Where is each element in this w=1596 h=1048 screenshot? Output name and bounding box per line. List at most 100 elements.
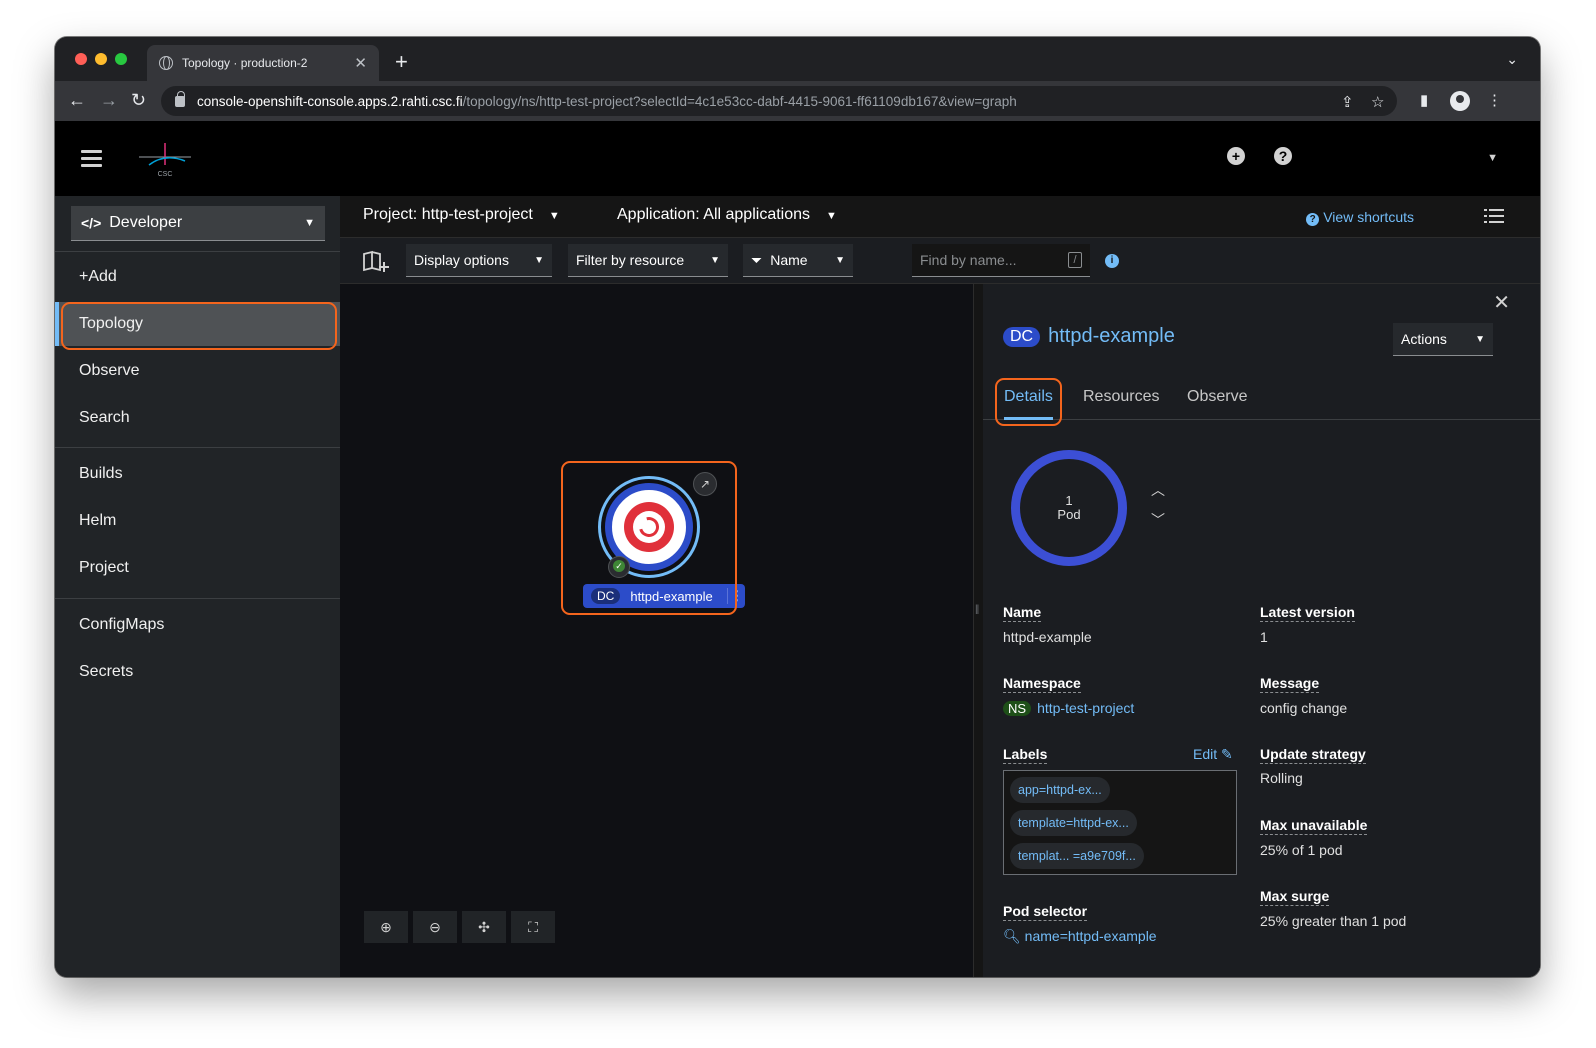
sidebar-item-search[interactable]: Search xyxy=(55,396,340,440)
sidebar-item-secrets[interactable]: Secrets xyxy=(55,650,340,694)
quick-search-book-icon[interactable] xyxy=(362,250,390,272)
new-tab-button[interactable]: + xyxy=(395,49,408,75)
build-success-icon[interactable] xyxy=(608,556,630,578)
topology-canvas[interactable]: ↗ DC httpd-example ⋮ ⊕ ⊖ ✣ ⛶ xyxy=(340,284,973,977)
sidebar-item-builds[interactable]: Builds xyxy=(55,452,340,496)
tab-details[interactable]: Details xyxy=(1004,388,1053,420)
tab-search-chevron-icon[interactable]: ⌄ xyxy=(1506,51,1518,68)
sidebar-item-observe[interactable]: Observe xyxy=(55,349,340,393)
pod-selector-value: name=httpd-example xyxy=(1024,928,1157,944)
address-bar[interactable]: console-openshift-console.apps.2.rahti.c… xyxy=(161,86,1397,116)
actions-label: Actions xyxy=(1401,331,1447,347)
message-value: config change xyxy=(1260,700,1348,716)
browser-tab[interactable]: Topology · production-2 ✕ xyxy=(147,45,379,81)
open-url-icon[interactable]: ↗ xyxy=(693,472,717,496)
max-surge-label: Max surge xyxy=(1260,888,1330,906)
project-selector[interactable]: Project: http-test-project ▼ xyxy=(363,206,560,224)
label-chip[interactable]: templat... =a9e709f... xyxy=(1010,843,1144,869)
application-selector[interactable]: Application: All applications ▼ xyxy=(617,206,837,224)
help-icon: ? xyxy=(1306,213,1320,226)
close-icon[interactable]: ✕ xyxy=(1493,290,1510,315)
bookmark-star-icon[interactable]: ☆ xyxy=(1371,93,1384,111)
slash-shortcut-hint: / xyxy=(1068,252,1082,268)
csc-logo: CSC xyxy=(139,143,191,178)
tab-observe[interactable]: Observe xyxy=(1187,388,1247,406)
topology-node-httpd-example[interactable]: ↗ DC httpd-example ⋮ xyxy=(577,464,745,614)
caret-down-icon: ▼ xyxy=(826,210,837,222)
caret-down-icon: ▼ xyxy=(304,217,315,229)
project-label: Project: http-test-project xyxy=(363,206,533,223)
display-options-dropdown[interactable]: Display options ▼ xyxy=(406,244,552,277)
sidebar-item-add[interactable]: +Add xyxy=(55,255,340,299)
close-window-button[interactable] xyxy=(75,53,87,65)
sidebar-item-project[interactable]: Project xyxy=(55,546,340,590)
zoom-out-button[interactable]: ⊖ xyxy=(413,911,457,943)
logo-text: CSC xyxy=(158,171,173,178)
user-menu-caret-icon[interactable]: ▼ xyxy=(1487,152,1498,164)
resource-name-link[interactable]: httpd-example xyxy=(1048,325,1175,348)
dc-badge: DC xyxy=(591,588,621,604)
update-strategy-value: Rolling xyxy=(1260,770,1303,786)
lock-icon xyxy=(175,90,185,107)
find-by-name-input[interactable]: Find by name... / xyxy=(912,244,1090,277)
ns-badge: NS xyxy=(1003,701,1032,716)
name-label: Name xyxy=(1003,604,1042,622)
max-unavailable-label: Max unavailable xyxy=(1260,817,1368,835)
view-shortcuts-link[interactable]: ? View shortcuts xyxy=(1306,209,1414,226)
tab-resources[interactable]: Resources xyxy=(1083,388,1159,406)
filter-type-dropdown[interactable]: ⏷ Name ▼ xyxy=(743,244,853,277)
maximize-window-button[interactable] xyxy=(115,53,127,65)
reload-button[interactable]: ↻ xyxy=(131,90,146,111)
label-chip[interactable]: template=httpd-ex... xyxy=(1010,810,1137,836)
scale-up-icon[interactable]: ︿ xyxy=(1151,480,1165,500)
namespace-link[interactable]: NS http-test-project xyxy=(1003,700,1134,716)
funnel-icon: ⏷ xyxy=(751,251,763,268)
close-tab-icon[interactable]: ✕ xyxy=(354,54,367,72)
pod-selector-link[interactable]: 🔍︎ name=httpd-example xyxy=(1003,928,1157,945)
zoom-in-button[interactable]: ⊕ xyxy=(364,911,408,943)
details-side-panel: ✕ DC httpd-example Actions ▼ Details Reso… xyxy=(983,284,1540,977)
sidebar-item-configmaps[interactable]: ConfigMaps xyxy=(55,603,340,647)
search-icon: 🔍︎ xyxy=(1003,928,1021,944)
share-icon[interactable]: ⇪ xyxy=(1341,93,1354,111)
perspective-switcher[interactable]: </> Developer ▼ xyxy=(71,206,325,241)
browser-toolbar: ← → ↻ console-openshift-console.apps.2.r… xyxy=(55,81,1540,121)
back-button[interactable]: ← xyxy=(68,90,86,111)
sidebar-item-topology[interactable]: Topology xyxy=(55,302,340,346)
kebab-menu-icon[interactable]: ⋮ xyxy=(727,588,745,604)
main-content: Project: http-test-project ▼ Application:… xyxy=(340,196,1540,977)
application-label: Application: All applications xyxy=(617,206,811,223)
scale-down-icon[interactable]: ﹀ xyxy=(1151,510,1165,530)
filter-type-label: Name xyxy=(770,252,808,268)
pencil-icon: ✎ xyxy=(1221,746,1233,762)
minimize-window-button[interactable] xyxy=(95,53,107,65)
view-shortcuts-label: View shortcuts xyxy=(1323,209,1414,225)
caret-down-icon: ▼ xyxy=(548,210,560,222)
panel-tabs: Details Resources Observe xyxy=(983,380,1540,420)
side-panel-icon[interactable]: ▮ xyxy=(1420,91,1428,109)
caret-down-icon: ▼ xyxy=(835,254,845,266)
edit-labels-link[interactable]: Edit ✎ xyxy=(1193,746,1233,763)
reset-view-button[interactable]: ⛶ xyxy=(511,911,555,943)
sidebar: </> Developer ▼ +Add Topology Observe Se… xyxy=(55,196,340,977)
forward-button[interactable]: → xyxy=(100,90,118,111)
fit-to-screen-button[interactable]: ✣ xyxy=(462,911,506,943)
label-chip[interactable]: app=httpd-ex... xyxy=(1010,777,1110,803)
sidebar-item-helm[interactable]: Helm xyxy=(55,499,340,543)
profile-avatar-icon[interactable] xyxy=(1450,91,1470,111)
help-circle-icon[interactable]: ? xyxy=(1274,147,1292,165)
node-label[interactable]: DC httpd-example ⋮ xyxy=(583,584,745,608)
namespace-label: Namespace xyxy=(1003,675,1081,693)
caret-down-icon: ▼ xyxy=(710,254,720,266)
browser-menu-icon[interactable]: ⋮ xyxy=(1487,91,1502,109)
actions-dropdown[interactable]: Actions ▼ xyxy=(1393,323,1493,356)
add-circle-icon[interactable]: + xyxy=(1227,147,1245,165)
info-icon[interactable]: i xyxy=(1105,254,1119,268)
max-surge-value: 25% greater than 1 pod xyxy=(1260,913,1407,929)
latest-version-value: 1 xyxy=(1260,629,1268,645)
list-view-icon[interactable] xyxy=(1484,209,1504,225)
pod-selector-label: Pod selector xyxy=(1003,903,1088,921)
panel-resize-handle[interactable] xyxy=(973,284,983,977)
filter-by-resource-dropdown[interactable]: Filter by resource ▼ xyxy=(568,244,728,277)
hamburger-menu-icon[interactable] xyxy=(81,150,102,167)
